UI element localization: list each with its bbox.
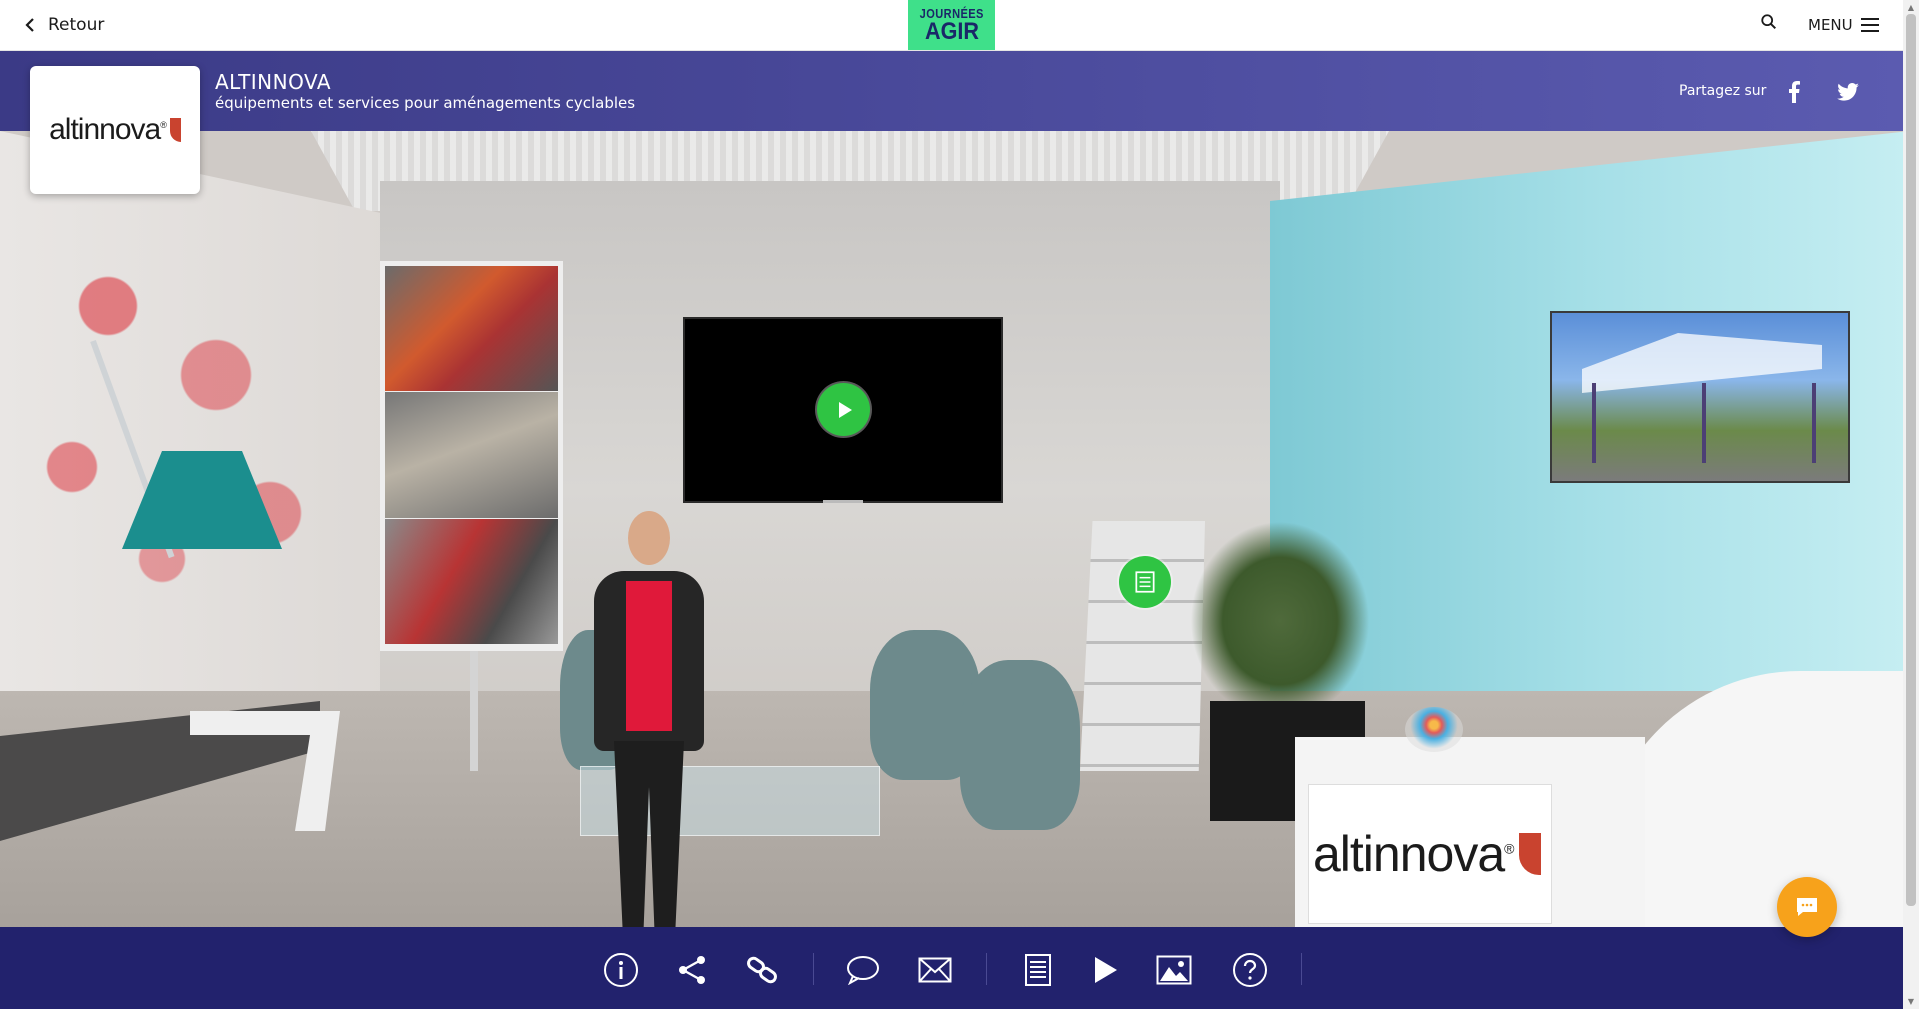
play-video-hotspot[interactable] [817,383,870,436]
exhibitor-logo-mark [169,118,181,142]
links-button[interactable] [742,950,782,990]
brochure-hotspot[interactable] [1119,556,1171,608]
exhibitor-description: équipements et services pour aménagement… [215,94,636,112]
exhibitor-logo-text: altinnova® [49,113,167,146]
toolbar-divider [986,953,987,985]
play-icon [838,401,852,418]
avatar-head [628,511,670,565]
document-icon [1135,571,1155,593]
chat-button[interactable] [843,950,883,990]
wall-decoration [0,191,360,651]
exhibitor-name: ALTINNOVA [215,70,332,94]
menu-button[interactable]: MENU [1808,13,1879,37]
email-button[interactable] [915,950,955,990]
back-label: Retour [48,15,105,35]
exhibitor-logo: altinnova® [30,66,200,194]
share-icon [679,956,705,984]
back-button[interactable]: Retour [24,12,104,38]
document-icon [1025,954,1051,986]
image-icon [1156,955,1192,985]
chat-icon [1797,898,1817,916]
poster-photo-bike-rack [385,392,558,518]
live-chat-button[interactable] [1777,877,1837,937]
help-button[interactable] [1230,950,1270,990]
poster-photo-bike-lock [385,266,558,392]
armchair-2 [960,660,1080,830]
shelter-post [1812,383,1816,463]
photo-poster[interactable] [380,261,563,651]
search-button[interactable] [1760,13,1784,37]
videos-button[interactable] [1085,950,1125,990]
shelter-post [1702,383,1706,463]
chevron-left-icon [25,18,34,32]
toolbar-divider [813,953,814,985]
hostess-avatar [580,507,720,981]
candy-bowl [1405,707,1463,752]
search-icon [1761,14,1777,30]
poster-photo-bike-box [385,518,558,645]
hamburger-icon [1860,18,1879,32]
info-button[interactable] [601,950,641,990]
plant [1190,521,1370,721]
bike-shelter-picture[interactable] [1550,311,1850,483]
event-logo[interactable]: JOURNÉES AGIR [908,0,995,50]
event-logo-line2: AGIR [924,18,979,45]
scrollbar-thumb[interactable] [1906,14,1916,906]
scroll-up-arrow[interactable]: ▲ [1906,2,1916,12]
twitter-icon [1837,83,1859,101]
facebook-share-button[interactable] [1782,80,1806,104]
bottom-toolbar [0,927,1903,1009]
info-icon [604,953,638,987]
mail-icon [918,957,952,983]
gallery-button[interactable] [1154,950,1194,990]
toolbar-divider [1301,953,1302,985]
link-icon [747,956,777,984]
virtual-stand-app: altinnova® altinnova® ALTINNOVA équipeme… [0,0,1919,1009]
avatar-top [626,581,672,731]
share-button[interactable] [672,950,712,990]
chat-bubble-icon [847,956,879,985]
play-icon [1095,957,1117,983]
top-bar: Retour JOURNÉES AGIR MENU [0,0,1903,51]
menu-label: MENU [1808,16,1853,34]
documents-button[interactable] [1018,950,1058,990]
desk-logo-text: altinnova® [1313,826,1515,882]
share-label: Partagez sur [1679,83,1767,99]
scroll-down-arrow[interactable]: ▼ [1906,996,1916,1006]
desk-logo: altinnova® [1308,784,1552,924]
twitter-share-button[interactable] [1836,80,1860,104]
shelter-post [1592,383,1596,463]
tv-bar [823,500,863,503]
poster-stand [470,651,478,771]
desk-logo-mark [1519,833,1542,875]
help-icon [1233,953,1267,987]
facebook-icon [1789,81,1800,103]
